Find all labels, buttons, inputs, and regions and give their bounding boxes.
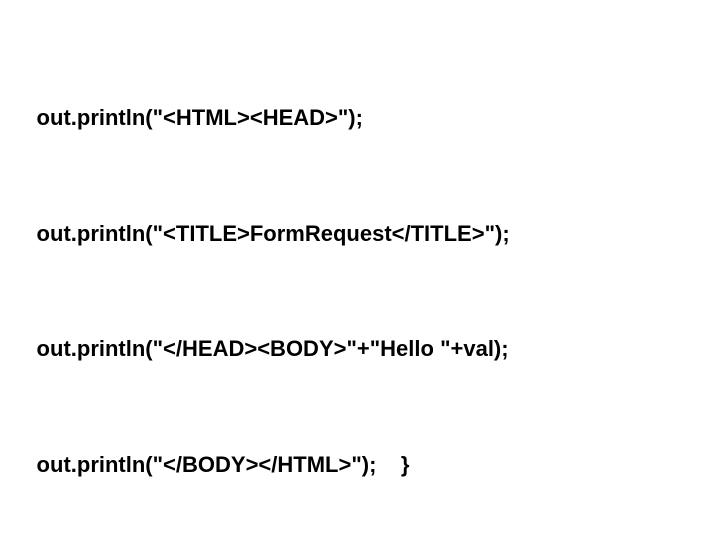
code-line: out.println("</BODY></HTML>"); }: [6, 446, 714, 485]
code-line: out.println("<HTML><HEAD>");: [6, 99, 714, 138]
code-block: out.println("<HTML><HEAD>"); out.println…: [0, 0, 720, 540]
code-line: out.println("<TITLE>FormRequest</TITLE>"…: [6, 215, 714, 254]
code-line: out.println("</HEAD><BODY>"+"Hello "+val…: [6, 330, 714, 369]
